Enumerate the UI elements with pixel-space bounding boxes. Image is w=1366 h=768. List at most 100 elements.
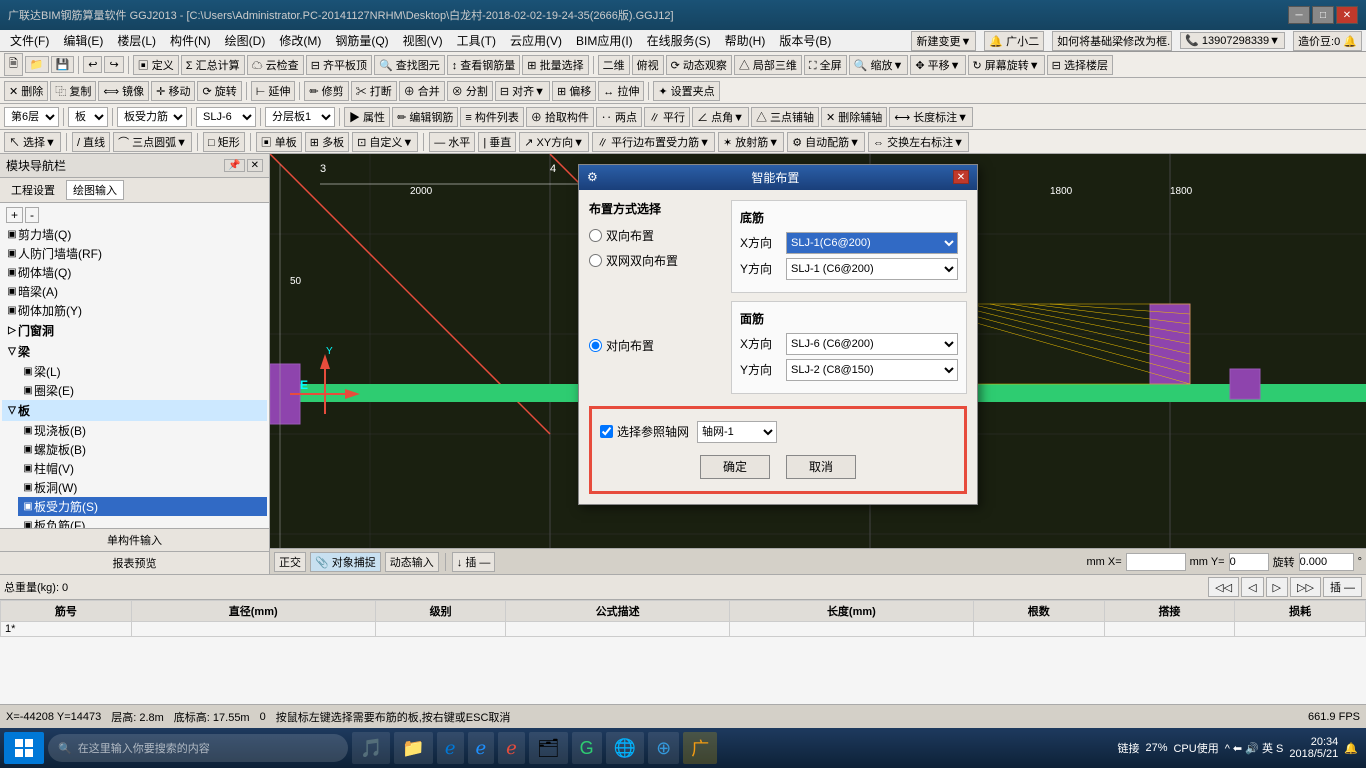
taskbar-files[interactable]: 🗂: [529, 732, 568, 764]
tree-cast-slab[interactable]: ▣ 现浇板(B): [18, 421, 267, 440]
select-floor-btn[interactable]: ⊟ 选择楼层: [1047, 55, 1113, 75]
next-btn[interactable]: ▷: [1266, 577, 1288, 597]
bottom-y-select[interactable]: SLJ-1 (C6@200): [786, 258, 958, 280]
length-mark-btn[interactable]: ⟷ 长度标注▼: [889, 107, 973, 127]
radial-btn[interactable]: ✶ 放射筋▼: [718, 132, 784, 152]
taskbar-orange-app[interactable]: 🌐: [606, 732, 644, 764]
menu-help[interactable]: 帮助(H): [719, 30, 772, 51]
merge-btn[interactable]: ⊕ 合并: [399, 81, 445, 101]
multi-board-btn[interactable]: ⊞ 多板: [305, 132, 349, 152]
parallel-edge-btn[interactable]: ∥ 平行边布置受力筋▼: [592, 132, 715, 152]
zoom-btn[interactable]: 🔍 缩放▼: [849, 55, 909, 75]
bottom-x-select[interactable]: SLJ-1(C6@200): [786, 232, 958, 254]
split-btn[interactable]: ⊗ 分割: [447, 81, 493, 101]
two-point-btn[interactable]: ‥ 两点: [596, 107, 642, 127]
fullscreen-btn[interactable]: ⛶ 全屏: [804, 55, 847, 75]
menu-view[interactable]: 视图(V): [397, 30, 449, 51]
menu-cloud[interactable]: 云应用(V): [504, 30, 568, 51]
last-btn[interactable]: ▷▷: [1290, 577, 1321, 597]
tree-civil-defense-wall[interactable]: ▣ 人防门墙墙(RF): [2, 244, 267, 263]
tree-beam-l[interactable]: ▣ 梁(L): [18, 362, 267, 381]
tree-hidden-beam[interactable]: ▣ 暗梁(A): [2, 282, 267, 301]
line-btn[interactable]: / 直线: [72, 132, 110, 152]
open-btn[interactable]: 📁: [25, 56, 49, 73]
top-x-select[interactable]: SLJ-6 (C6@200): [786, 333, 958, 355]
tree-spiral-slab[interactable]: ▣ 螺旋板(B): [18, 440, 267, 459]
taskbar-cortana[interactable]: 🎵: [352, 732, 390, 764]
taskbar-edge[interactable]: ℯ: [437, 732, 464, 764]
tree-shear-wall[interactable]: ▣ 剪力墙(Q): [2, 225, 267, 244]
angle-btn[interactable]: ∠ 点角▼: [692, 107, 749, 127]
modify-btn[interactable]: ✏ 修剪: [304, 81, 348, 101]
select-axis-checkbox-row[interactable]: 选择参照轴网: [600, 423, 689, 440]
menu-draw[interactable]: 绘图(D): [219, 30, 272, 51]
batch-select-btn[interactable]: ⊞ 批量选择: [522, 55, 588, 75]
delete-btn[interactable]: ✕ 删除: [4, 81, 48, 101]
tree-door-window[interactable]: ▷ 门窗洞: [2, 320, 267, 341]
sidebar-close-btn[interactable]: ✕: [247, 159, 263, 172]
menu-modify[interactable]: 修改(M): [273, 30, 327, 51]
new-change-btn[interactable]: 新建变更▼: [911, 31, 976, 51]
move-btn[interactable]: ✛ 移动: [151, 81, 195, 101]
2d-btn[interactable]: 二维: [598, 55, 630, 75]
top-view-btn[interactable]: 俯视: [632, 55, 664, 75]
rebar-type-select[interactable]: 板受力筋: [117, 107, 187, 127]
define-btn[interactable]: ▣ 定义: [133, 55, 179, 75]
horizontal-btn[interactable]: — 水平: [429, 132, 475, 152]
parallel-btn[interactable]: ∥ 平行: [644, 107, 690, 127]
arc-btn[interactable]: ⌒ 三点圆弧▼: [113, 132, 192, 152]
radio-pair-direction[interactable]: 对向布置: [589, 337, 719, 354]
break-btn[interactable]: ✂ 打断: [351, 81, 397, 101]
menu-version[interactable]: 版本号(B): [773, 30, 837, 51]
view-rebar-btn[interactable]: ↕ 查看钢筋量: [447, 55, 521, 75]
taskbar-green-app[interactable]: G: [572, 732, 602, 764]
maximize-button[interactable]: □: [1312, 6, 1334, 24]
sidebar-footer-single[interactable]: 单构件输入: [0, 528, 269, 551]
copy-btn[interactable]: ⿻ 复制: [50, 81, 96, 101]
three-point-axis-btn[interactable]: △ 三点铺轴: [751, 107, 819, 127]
extend-btn[interactable]: ⊢ 延伸: [251, 81, 296, 101]
sidebar-pin-btn[interactable]: 📌: [224, 159, 244, 172]
vertical-btn[interactable]: | 垂直: [478, 132, 516, 152]
menu-edit[interactable]: 编辑(E): [57, 30, 109, 51]
tree-masonry-rebar[interactable]: ▣ 砌体加筋(Y): [2, 301, 267, 320]
swap-mark-btn[interactable]: ⇔ 交换左右标注▼: [868, 132, 969, 152]
tree-ring-beam[interactable]: ▣ 圈梁(E): [18, 381, 267, 400]
tree-masonry-wall[interactable]: ▣ 砌体墙(Q): [2, 263, 267, 282]
taskbar-search[interactable]: 🔍 在这里输入你要搜索的内容: [48, 734, 348, 762]
tree-slab[interactable]: ▽ 板: [2, 400, 267, 421]
set-vertex-btn[interactable]: ✦ 设置夹点: [653, 81, 719, 101]
add-floor-btn[interactable]: +: [6, 207, 23, 223]
dialog-close-btn[interactable]: ✕: [953, 170, 969, 184]
sidebar-footer-report[interactable]: 报表预览: [0, 551, 269, 574]
select-axis-checkbox[interactable]: [600, 425, 613, 438]
notification-icon[interactable]: 🔔: [1344, 742, 1358, 755]
taskbar-edge2[interactable]: ℯ: [498, 732, 525, 764]
redo-btn[interactable]: ↪: [104, 56, 123, 73]
menu-tools[interactable]: 工具(T): [451, 30, 502, 51]
dynamic-view-btn[interactable]: ⟳ 动态观察: [666, 55, 732, 75]
prev-btn[interactable]: ◁: [1241, 577, 1263, 597]
board-type-select[interactable]: 板: [68, 107, 108, 127]
radio-bidirectional[interactable]: 双向布置: [589, 227, 719, 244]
close-button[interactable]: ✕: [1336, 6, 1358, 24]
taskbar-clock[interactable]: 20:34 2018/5/21: [1289, 736, 1338, 760]
insert-row-btn[interactable]: 插 —: [1323, 577, 1362, 597]
nav-engineering-settings[interactable]: 工程设置: [4, 180, 62, 200]
custom-btn[interactable]: ⊡ 自定义▼: [352, 132, 418, 152]
xy-dir-btn[interactable]: ↗ XY方向▼: [519, 132, 589, 152]
tree-beam[interactable]: ▽ 梁: [2, 341, 267, 362]
minimize-button[interactable]: ─: [1288, 6, 1310, 24]
find-element-btn[interactable]: 🔍 查找图元: [374, 55, 445, 75]
taskbar-ie[interactable]: ℯ: [468, 732, 495, 764]
undo-btn[interactable]: ↩: [83, 56, 102, 73]
save-btn[interactable]: 💾: [51, 56, 75, 73]
tree-slab-hole[interactable]: ▣ 板洞(W): [18, 478, 267, 497]
menu-component[interactable]: 构件(N): [164, 30, 217, 51]
dialog-title-bar[interactable]: ⚙ 智能布置 ✕: [579, 165, 977, 190]
cancel-button[interactable]: 取消: [786, 455, 856, 479]
rect-btn[interactable]: □ 矩形: [203, 132, 245, 152]
cloud-check-btn[interactable]: ☁ 云检查: [247, 55, 304, 75]
level-btn[interactable]: ⊟ 齐平板顶: [306, 55, 372, 75]
single-board-btn[interactable]: ▣ 单板: [256, 132, 302, 152]
